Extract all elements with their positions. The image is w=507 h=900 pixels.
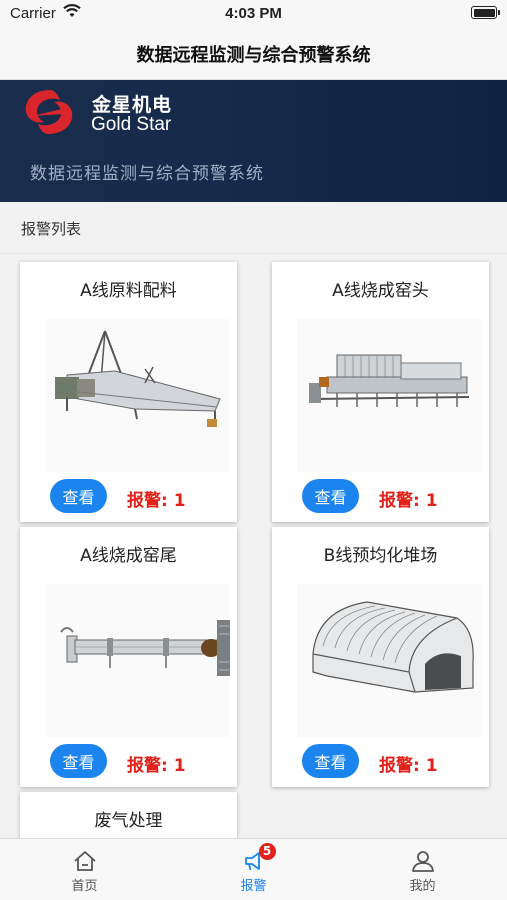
view-button[interactable]: 查看: [302, 744, 359, 778]
banner-subtitle: 数据远程监测与综合预警系统: [30, 164, 264, 184]
equipment-image: [45, 584, 230, 737]
alarm-card[interactable]: A线烧成窑头 查看 报警: 1: [272, 262, 489, 522]
section-title: 报警列表: [21, 220, 82, 238]
alarm-count: 报警: 1: [127, 756, 186, 776]
alarm-card[interactable]: 废气处理: [20, 792, 237, 840]
clock: 4:03 PM: [225, 5, 282, 22]
alarm-card[interactable]: A线原料配料 查看 报警: 1: [20, 262, 237, 522]
equipment-image: [297, 319, 482, 472]
tab-mine[interactable]: 我的: [338, 839, 507, 900]
card-title: A线烧成窑尾: [80, 546, 177, 566]
tab-label: 我的: [409, 879, 436, 894]
card-title: A线烧成窑头: [332, 281, 429, 301]
tab-label: 首页: [71, 879, 98, 894]
user-icon: [411, 851, 434, 872]
battery-icon: [471, 6, 500, 19]
card-title: 废气处理: [94, 811, 163, 831]
notification-badge: 5: [258, 843, 276, 860]
nav-bar: 数据远程监测与综合预警系统: [0, 28, 507, 80]
divider: [0, 253, 507, 254]
page-title: 数据远程监测与综合预警系统: [136, 44, 371, 66]
alarm-count: 报警: 1: [127, 491, 186, 511]
tab-alarm[interactable]: 5 报警: [169, 839, 338, 900]
status-bar: Carrier 4:03 PM: [0, 0, 507, 28]
view-button[interactable]: 查看: [50, 744, 107, 778]
view-button[interactable]: 查看: [302, 479, 359, 513]
equipment-image: [297, 584, 482, 737]
brand-name-en: Gold Star: [91, 114, 172, 135]
view-button[interactable]: 查看: [50, 479, 107, 513]
alarm-card[interactable]: B线预均化堆场 查看 报警: 1: [272, 527, 489, 787]
equipment-image: [45, 319, 230, 472]
home-icon: [73, 851, 96, 871]
card-title: A线原料配料: [80, 281, 177, 301]
gold-star-logo: [25, 90, 73, 134]
alarm-card[interactable]: A线烧成窑尾 查看 报警: 1: [20, 527, 237, 787]
tab-label: 报警: [240, 879, 267, 894]
tab-bar: 首页 5 报警 我的: [0, 838, 507, 900]
alarm-count: 报警: 1: [379, 491, 438, 511]
brand-name-cn: 金星机电: [92, 94, 173, 116]
brand-banner: 金星机电 Gold Star 数据远程监测与综合预警系统: [0, 80, 507, 202]
card-title: B线预均化堆场: [323, 546, 438, 566]
tab-home[interactable]: 首页: [0, 839, 169, 900]
alarm-count: 报警: 1: [379, 756, 438, 776]
